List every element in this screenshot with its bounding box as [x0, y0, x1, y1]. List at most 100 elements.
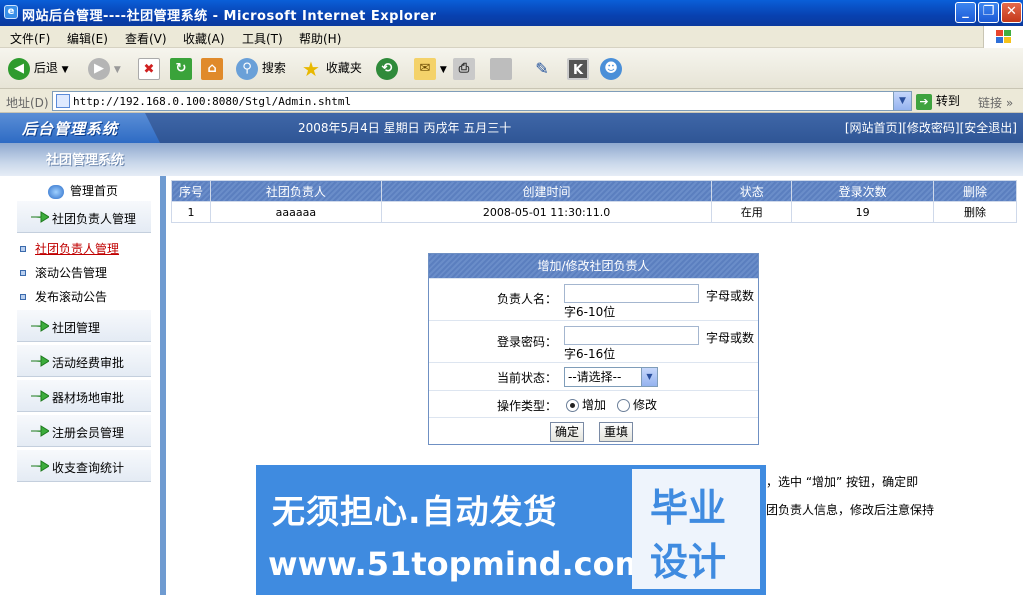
ie-icon: e	[4, 5, 18, 19]
menu-favorites[interactable]: 收藏(A)	[183, 30, 225, 47]
mail-button[interactable]: ✉ ▼	[414, 57, 447, 80]
bullet-icon	[20, 269, 26, 276]
refresh-button[interactable]: ↻	[170, 57, 192, 80]
window-title: 网站后台管理----社团管理系统 - Microsoft Internet Ex…	[22, 9, 437, 24]
edit-button[interactable]	[490, 57, 512, 80]
password-hint: 字母或数	[706, 331, 755, 345]
radio-edit[interactable]: 修改	[617, 396, 657, 413]
globe-icon	[48, 184, 64, 199]
green-arrow-icon	[31, 460, 49, 472]
go-arrow-icon: ➔	[916, 93, 932, 110]
stop-button[interactable]: ✖	[138, 57, 160, 80]
green-arrow-icon	[31, 355, 49, 367]
sidebar-section-clubs[interactable]: 社团管理	[17, 310, 151, 342]
maximize-button[interactable]: ❐	[978, 2, 999, 23]
status-select[interactable]: --请选择-- ▼	[564, 367, 658, 387]
menu-bar: 文件(F) 编辑(E) 查看(V) 收藏(A) 工具(T) 帮助(H)	[0, 26, 1023, 48]
change-password-link[interactable]: [修改密码]	[902, 121, 959, 135]
sidebar: 管理首页 社团负责人管理 社团负责人管理 滚动公告管理 发布滚动公告 社团管理 …	[0, 176, 166, 595]
menu-tools[interactable]: 工具(T)	[242, 30, 283, 47]
radio-add[interactable]: 增加	[566, 396, 606, 413]
sub-header: 社团管理系统	[0, 143, 1023, 176]
status-label: 当前状态：	[496, 371, 557, 385]
cell-leader: aaaaaa	[209, 201, 382, 223]
watermark-url: www.51topmind.com	[268, 545, 648, 583]
leader-table: 序号 社团负责人 创建时间 状态 登录次数 删除 1 aaaaaa 2008-0…	[171, 180, 1017, 223]
k-toolbar-button[interactable]: K	[567, 57, 589, 80]
sidebar-section-equipment[interactable]: 器材场地审批	[17, 380, 151, 412]
browser-toolbar: ◀ 后退 ▼ ▶ ▼ ✖ ↻ ⌂ ⚲ 搜索 ★ 收藏夹 ⟲ ✉ ▼ ⎙ ✎ K …	[0, 48, 1023, 89]
home-button[interactable]: ⌂	[201, 57, 223, 80]
help-note-1: ，选中 “增加” 按钮，确定即	[766, 475, 919, 489]
history-button[interactable]: ⟲	[376, 57, 398, 80]
address-bar: 地址(D) http://192.168.0.100:8080/Stgl/Adm…	[0, 89, 1023, 113]
radio-add-icon	[566, 399, 579, 412]
address-input[interactable]: http://192.168.0.100:8080/Stgl/Admin.sht…	[52, 91, 912, 111]
cell-created: 2008-05-01 11:30:11.0	[380, 201, 713, 223]
go-button[interactable]: ➔ 转到	[916, 92, 960, 110]
form-row-name: 负责人名： 字母或数 字6-10位	[429, 278, 758, 320]
print-button[interactable]: ⎙	[453, 57, 475, 80]
green-arrow-icon	[31, 320, 49, 332]
leader-name-input[interactable]	[564, 284, 699, 303]
feather-icon: ✎	[535, 58, 549, 78]
address-dropdown-icon[interactable]: ▼	[893, 92, 911, 110]
help-note-2: 团负责人信息，修改后注意保持	[766, 503, 935, 517]
k-icon: K	[567, 57, 589, 80]
printer-icon: ⎙	[453, 57, 475, 80]
form-row-status: 当前状态： --请选择-- ▼	[429, 362, 758, 390]
bullet-icon	[20, 293, 26, 300]
sidebar-section-leader[interactable]: 社团负责人管理	[17, 201, 151, 233]
sidebar-section-finance[interactable]: 收支查询统计	[17, 450, 151, 482]
submit-button[interactable]: 确定	[550, 422, 585, 442]
form-row-password: 登录密码： 字母或数 字6-16位	[429, 320, 758, 362]
address-url[interactable]: http://192.168.0.100:8080/Stgl/Admin.sht…	[73, 95, 351, 108]
site-home-link[interactable]: [网站首页]	[845, 121, 902, 135]
windows-logo-icon	[983, 26, 1023, 48]
cell-index: 1	[171, 201, 211, 223]
menu-file[interactable]: 文件(F)	[10, 30, 50, 47]
delete-link[interactable]: 删除	[933, 201, 1017, 223]
bullet-icon	[20, 245, 26, 252]
page-header: 后台管理系统 2008年5月4日 星期日 丙戌年 五月三十 [网站首页][修改密…	[0, 113, 1023, 143]
messenger-button[interactable]: ✎	[531, 57, 553, 79]
address-label: 地址(D)	[6, 96, 49, 110]
green-arrow-icon	[31, 211, 49, 223]
table-row: 1 aaaaaa 2008-05-01 11:30:11.0 在用 19 删除	[171, 201, 1017, 223]
close-button[interactable]: ✕	[1001, 2, 1022, 23]
forward-arrow-icon: ▶	[88, 57, 110, 80]
minimize-button[interactable]: _	[955, 2, 976, 23]
col-index: 序号	[171, 180, 211, 202]
name-hint-length: 字6-10位	[564, 305, 616, 319]
links-button[interactable]: 链接 »	[978, 94, 1013, 111]
sidebar-home[interactable]: 管理首页	[48, 182, 118, 199]
col-created: 创建时间	[380, 180, 713, 202]
menu-help[interactable]: 帮助(H)	[299, 30, 341, 47]
forward-button[interactable]: ▶ ▼	[88, 57, 121, 80]
search-button[interactable]: ⚲ 搜索	[236, 57, 286, 80]
logout-link[interactable]: [安全退出]	[960, 121, 1017, 135]
menu-edit[interactable]: 编辑(E)	[67, 30, 108, 47]
contacts-button[interactable]: ☻	[600, 57, 622, 80]
back-button[interactable]: ◀ 后退 ▼	[8, 57, 69, 80]
edit-icon	[490, 57, 512, 80]
favorites-button[interactable]: ★ 收藏夹	[300, 57, 362, 80]
table-header-row: 序号 社团负责人 创建时间 状态 登录次数 删除	[171, 180, 1017, 202]
chevron-down-icon: ▼	[641, 368, 657, 386]
history-icon: ⟲	[376, 57, 398, 80]
password-input[interactable]	[564, 326, 699, 345]
operation-label: 操作类型：	[496, 399, 557, 413]
radio-edit-icon	[617, 399, 630, 412]
sidebar-item-leader[interactable]: 社团负责人管理	[20, 240, 119, 257]
sidebar-item-scroll-notice[interactable]: 滚动公告管理	[20, 264, 107, 281]
sidebar-section-funds[interactable]: 活动经费审批	[17, 345, 151, 377]
watermark-line-1: 无须担心.自动发货	[272, 492, 558, 531]
menu-view[interactable]: 查看(V)	[125, 30, 167, 47]
sidebar-section-members[interactable]: 注册会员管理	[17, 415, 151, 447]
sidebar-item-publish-notice[interactable]: 发布滚动公告	[20, 288, 107, 305]
cell-status: 在用	[711, 201, 793, 223]
form-title: 增加/修改社团负责人	[429, 254, 758, 278]
header-date: 2008年5月4日 星期日 丙戌年 五月三十	[298, 121, 512, 135]
home-icon: ⌂	[201, 57, 223, 80]
reset-button[interactable]: 重填	[599, 422, 634, 442]
